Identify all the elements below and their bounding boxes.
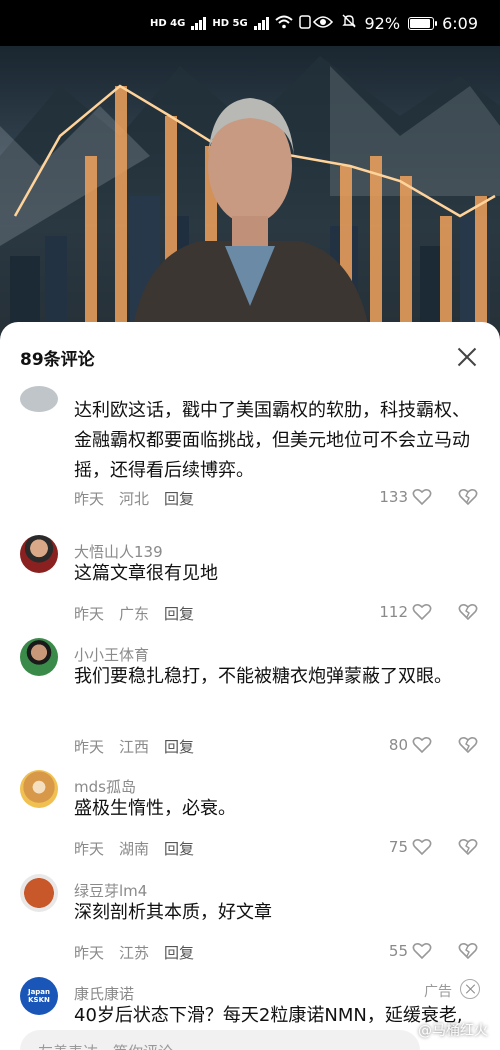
comment-meta: 昨天 广东 回复 <box>74 603 194 624</box>
battery-percent: 92% <box>364 13 401 33</box>
reply-button[interactable]: 回复 <box>164 603 194 624</box>
comment-actions: 80 <box>389 736 478 754</box>
like-count: 55 <box>388 942 408 960</box>
network-right: HD 5G <box>212 17 248 29</box>
ad-logo-text: Japan KSKN <box>27 988 51 1004</box>
comment-meta: 昨天 河北 回复 <box>74 488 194 509</box>
comments-count-title: 89条评论 <box>20 349 95 370</box>
battery-icon <box>408 16 438 30</box>
mute-bell-icon <box>341 13 357 33</box>
like-button[interactable]: 75 <box>389 838 432 856</box>
comment-location: 江西 <box>119 738 150 756</box>
like-count: 112 <box>379 603 408 621</box>
reply-button[interactable]: 回复 <box>164 942 194 963</box>
close-icon[interactable] <box>454 344 480 370</box>
heart-icon <box>412 838 432 856</box>
comment-actions: 133 <box>379 488 478 506</box>
like-button[interactable]: 112 <box>379 603 432 621</box>
heart-icon <box>412 942 432 960</box>
watermark: @马桶红火 <box>418 1023 488 1039</box>
like-count: 133 <box>379 488 408 506</box>
comment-meta: 昨天 湖南 回复 <box>74 838 194 859</box>
eye-icon <box>312 14 333 33</box>
comment-location: 河北 <box>119 490 150 508</box>
sim-icon <box>298 14 311 32</box>
avatar[interactable] <box>20 638 58 676</box>
reply-button[interactable]: 回复 <box>164 488 194 509</box>
avatar[interactable] <box>20 874 58 912</box>
comment-text: 深刻剖析其本质，好文章 <box>74 902 272 923</box>
ad-text: 40岁后状态下滑？每天2粒康诺NMN，延缓衰老, <box>74 1005 463 1026</box>
broken-heart-icon[interactable] <box>458 603 478 621</box>
comments-sheet: 89条评论 达利欧这话，戳中了美国霸权的软肋，科技霸权、金融霸权都要面临挑战，但… <box>0 322 500 1050</box>
status-right: 92% 6:09 <box>312 13 478 33</box>
clock: 6:09 <box>442 13 478 33</box>
comment-time: 昨天 <box>74 605 105 623</box>
heart-icon <box>412 603 432 621</box>
network-indicators: HD 4G HD 5G <box>150 14 311 32</box>
wifi-icon <box>274 15 293 32</box>
avatar[interactable] <box>20 770 58 808</box>
broken-heart-icon[interactable] <box>458 942 478 960</box>
reply-button[interactable]: 回复 <box>164 838 194 859</box>
comment-actions: 55 <box>389 942 478 960</box>
comments-header: 89条评论 <box>0 322 500 392</box>
broken-heart-icon[interactable] <box>458 736 478 754</box>
comment-time: 昨天 <box>74 840 105 858</box>
broken-heart-icon[interactable] <box>458 488 478 506</box>
like-button[interactable]: 133 <box>379 488 432 506</box>
comment-input[interactable]: 友善表达，等你评论 <box>20 1030 420 1050</box>
comment-text: 我们要稳扎稳打，不能被糖衣炮弹蒙蔽了双眼。 <box>74 666 452 687</box>
ad-tag: 广告 <box>424 984 452 1000</box>
broken-heart-icon[interactable] <box>458 838 478 856</box>
comment-time: 昨天 <box>74 490 105 508</box>
like-count: 75 <box>388 838 408 856</box>
comment-text: 这篇文章很有见地 <box>74 563 218 584</box>
comment-time: 昨天 <box>74 738 105 756</box>
comment-actions: 112 <box>379 603 478 621</box>
signal-icon <box>191 16 207 30</box>
avatar[interactable] <box>20 535 58 573</box>
like-count: 80 <box>388 736 408 754</box>
comment-location: 湖南 <box>119 840 150 858</box>
network-left: HD 4G <box>150 17 186 29</box>
heart-icon <box>412 736 432 754</box>
like-button[interactable]: 80 <box>389 736 432 754</box>
reply-button[interactable]: 回复 <box>164 736 194 757</box>
ad-close-icon[interactable] <box>460 979 480 999</box>
comment-time: 昨天 <box>74 944 105 962</box>
status-bar: HD 4G HD 5G 92% 6:09 <box>0 0 500 46</box>
comment-actions: 75 <box>389 838 478 856</box>
article-hero-image <box>0 46 500 346</box>
comment-meta: 昨天 江西 回复 <box>74 736 194 757</box>
heart-icon <box>412 488 432 506</box>
ad-logo[interactable]: Japan KSKN <box>20 977 58 1015</box>
comment-location: 江苏 <box>119 944 150 962</box>
comment-text: 盛极生惰性，必衰。 <box>74 798 236 819</box>
comment-text: 达利欧这话，戳中了美国霸权的软肋，科技霸权、金融霸权都要面临挑战，但美元地位可不… <box>74 400 470 481</box>
comment-location: 广东 <box>119 605 150 623</box>
comment-meta: 昨天 江苏 回复 <box>74 942 194 963</box>
like-button[interactable]: 55 <box>389 942 432 960</box>
avatar[interactable] <box>20 386 58 412</box>
signal-icon-2 <box>253 16 269 30</box>
